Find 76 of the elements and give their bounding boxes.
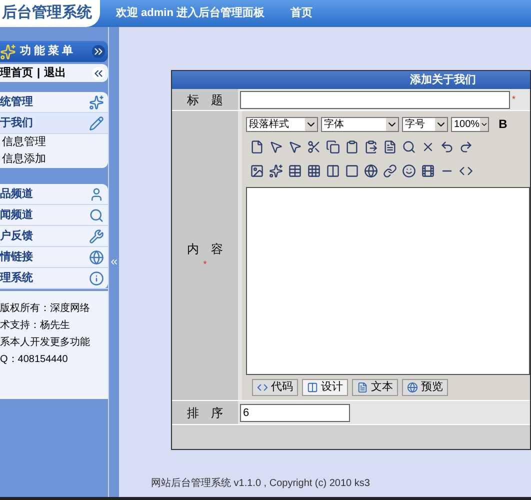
menu-item-icon [88,250,104,264]
sort-label: 排 序 [172,401,238,424]
menu-item-icon [88,116,104,130]
content-label: 内 容 [187,240,223,258]
logout-link[interactable]: 退出 [44,64,66,82]
menu-title: 功能菜单 [20,44,77,60]
copy-icon[interactable] [326,140,340,154]
editor-select[interactable]: 段落样式 [246,116,318,132]
smiley-icon[interactable] [402,164,416,178]
home-link[interactable]: 首页 [290,5,313,22]
dropdown-icon [386,118,398,130]
delete-icon[interactable] [421,140,435,154]
editor-select[interactable]: 字体 [321,116,399,132]
welcome-text: 欢迎 admin 进入后台管理面板 [116,6,265,22]
title-input[interactable] [240,91,510,109]
home-link[interactable]: 理首页 [0,64,33,82]
code-icon[interactable] [459,164,473,178]
info-text: Q：408154440 [0,353,69,367]
table-icon[interactable] [288,164,302,178]
columns-icon [307,382,318,393]
undo-icon[interactable] [440,140,454,154]
editor-tab[interactable]: 设计 [302,379,348,396]
menu-item[interactable]: 闻频道 [0,205,108,226]
dropdown-icon [435,118,447,130]
form-title-bar: 添加关于我们 [172,71,530,89]
code-icon [257,382,268,393]
collapse-icon[interactable] [92,66,105,80]
separator: | [37,66,40,81]
paste-icon[interactable] [345,140,359,154]
menu-item[interactable]: 品频道 [0,184,108,205]
sort-input[interactable]: 6 [240,404,350,422]
paste-icon[interactable] [364,140,378,154]
bold-button[interactable]: B [496,115,510,133]
frame-icon[interactable] [345,164,359,178]
menu-item[interactable]: 户反馈 [0,226,108,247]
editor-select[interactable]: 字号 [402,116,448,132]
menu-item[interactable]: 理系统 [0,268,108,289]
cut-icon[interactable] [307,140,321,154]
toggle-icon[interactable] [92,45,105,58]
menu-icon [0,44,16,60]
search-icon[interactable] [402,140,416,154]
sparkle-icon[interactable] [269,164,283,178]
globe-icon[interactable] [364,164,378,178]
info-text: 系本人开发更多功能 [0,336,91,350]
pointer-icon[interactable] [288,140,302,154]
menu-item-icon [88,270,104,286]
file-icon[interactable] [250,140,264,154]
document-icon [357,382,368,393]
film-icon[interactable] [421,164,435,178]
document-icon[interactable] [383,140,397,154]
editor-tab[interactable]: 文本 [352,379,398,396]
globe-icon [407,382,418,393]
editor-tab[interactable]: 预览 [402,379,448,396]
menu-item-icon [88,186,104,202]
title-label: 标 题 [172,89,238,110]
columns-icon[interactable] [326,164,340,178]
image-icon[interactable] [250,164,264,178]
grid-icon[interactable] [307,164,321,178]
required-mark: * [512,93,516,106]
redo-icon[interactable] [459,140,473,154]
link-icon[interactable] [383,164,397,178]
footer-text: 网站后台管理系统 v1.1.0 , Copyright (c) 2010 ks3 [151,476,371,491]
dropdown-icon [480,118,488,130]
submenu-item[interactable]: 信息添加 [0,151,108,168]
pointer-icon[interactable] [269,140,283,154]
info-text: 版权所有：深度网络 [0,302,91,316]
info-text: 术支持：杨先生 [0,318,71,333]
menu-item-icon [88,94,104,110]
editor-tab[interactable]: 代码 [252,379,298,396]
menu-item-icon [88,228,104,244]
submenu-item[interactable]: 信息管理 [0,134,108,151]
editor-select[interactable]: 100% [451,116,489,132]
dropdown-icon [305,118,317,130]
menu-item-icon [88,208,104,222]
required-mark: * [203,258,207,271]
menu-item[interactable]: 于我们 [0,113,108,134]
